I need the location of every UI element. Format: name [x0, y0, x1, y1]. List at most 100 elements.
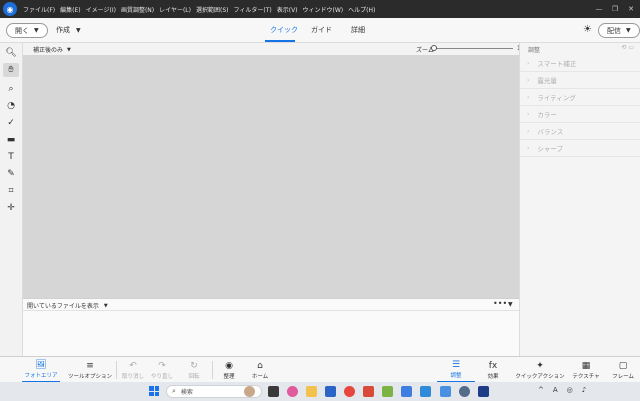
- more-options-icon[interactable]: •••: [493, 299, 507, 308]
- textures-icon: ▦: [581, 360, 591, 371]
- chevron-down-icon: ▼: [67, 46, 71, 53]
- spot-healing-brush-icon[interactable]: ✎: [3, 167, 19, 181]
- photo-bin-select[interactable]: 開いているファイルを表示 ▼: [27, 301, 108, 311]
- effects-button[interactable]: fx 効果: [482, 357, 504, 383]
- menu-enhance[interactable]: 画質調整(N): [121, 5, 154, 14]
- view-mode-select[interactable]: 補正後のみ ▼: [33, 45, 71, 55]
- undo-icon: ↶: [129, 360, 137, 371]
- tab-quick[interactable]: クイック: [270, 25, 298, 35]
- panel-title: 調整: [528, 47, 541, 54]
- app-icon-monitor[interactable]: [420, 386, 431, 397]
- copilot-icon[interactable]: [287, 386, 298, 397]
- chrome-browser-icon[interactable]: [344, 386, 355, 397]
- tab-guided[interactable]: ガイド: [311, 25, 332, 35]
- frames-button[interactable]: ▢ フレーム: [609, 357, 637, 383]
- menu-filter[interactable]: フィルター(T): [234, 5, 272, 14]
- photo-bin-button[interactable]: 🖼 フォトエリア: [22, 357, 60, 383]
- undo-button[interactable]: ↶ 取り消し: [120, 357, 146, 383]
- people-app-icon[interactable]: [244, 386, 255, 397]
- rotate-icon: ↻: [190, 360, 198, 371]
- top-toolbar: 開く ▼ 作成 ▼ クイック ガイド 詳細 ☀ 配信 ▼: [0, 18, 640, 43]
- menu-window[interactable]: ウィンドウ(W): [303, 5, 344, 14]
- share-button[interactable]: 配信 ▼: [598, 23, 640, 38]
- hand-tool-icon[interactable]: ✋︎: [3, 63, 19, 77]
- rotate-button[interactable]: ↻ 回転: [182, 357, 206, 383]
- tab-expert[interactable]: 詳細: [351, 25, 365, 35]
- create-button[interactable]: 作成 ▼: [56, 25, 81, 35]
- app-icon-green[interactable]: [382, 386, 393, 397]
- adjust-item-balance[interactable]: › バランス: [520, 123, 640, 140]
- organizer-label: 整理: [223, 373, 235, 380]
- windows-start-icon[interactable]: [149, 386, 159, 396]
- restore-button[interactable]: ❐: [608, 3, 622, 15]
- tool-options-label: ツールオプション: [68, 373, 113, 380]
- ime-indicator[interactable]: A: [553, 386, 558, 394]
- type-tool-icon[interactable]: T: [3, 150, 19, 164]
- chevron-right-icon: ›: [527, 93, 530, 101]
- move-tool-icon[interactable]: ✛: [3, 201, 19, 215]
- chevron-right-icon: ›: [527, 127, 530, 135]
- quick-actions-button[interactable]: ✦ クイックアクション: [515, 357, 565, 383]
- adjust-item-color[interactable]: › カラー: [520, 106, 640, 123]
- effects-icon: fx: [488, 360, 498, 371]
- quick-actions-label: クイックアクション: [515, 373, 565, 380]
- app-logo-icon: ◉: [3, 2, 17, 16]
- adjust-item-smart-fix[interactable]: › スマート補正: [520, 55, 640, 72]
- undo-label: 取り消し: [121, 373, 144, 380]
- adjust-item-label: 露光量: [537, 77, 557, 85]
- volume-icon[interactable]: ♪: [582, 386, 586, 394]
- edge-browser-icon[interactable]: [325, 386, 336, 397]
- zoom-slider-track[interactable]: [433, 48, 513, 49]
- adjust-item-lighting[interactable]: › ライティング: [520, 89, 640, 106]
- minimize-button[interactable]: —: [592, 3, 606, 15]
- file-explorer-icon[interactable]: [306, 386, 317, 397]
- menu-layer[interactable]: レイヤー(L): [159, 5, 191, 14]
- textures-button[interactable]: ▦ テクスチャ: [571, 357, 601, 383]
- menu-image[interactable]: イメージ(I): [86, 5, 116, 14]
- photoshop-elements-icon[interactable]: [478, 386, 489, 397]
- open-button[interactable]: 開く ▼: [6, 23, 48, 38]
- zoom-slider-thumb[interactable]: [431, 45, 437, 51]
- settings-gear-icon[interactable]: [459, 386, 470, 397]
- image-canvas[interactable]: [23, 55, 519, 298]
- theme-sun-icon[interactable]: ☀: [583, 24, 592, 35]
- divider: [116, 361, 117, 379]
- menu-help[interactable]: ヘルプ(H): [348, 5, 375, 14]
- adjust-item-label: ライティング: [537, 94, 576, 102]
- tool-options-button[interactable]: ≡ ツールオプション: [68, 357, 112, 383]
- app-icon-blue[interactable]: [401, 386, 412, 397]
- menu-view[interactable]: 表示(V): [277, 5, 298, 14]
- straighten-tool-icon[interactable]: ▬: [3, 133, 19, 147]
- whiten-teeth-tool-icon[interactable]: ✓: [3, 116, 19, 130]
- adjust-item-sharpen[interactable]: › シャープ: [520, 140, 640, 157]
- photo-bin-header: 開いているファイルを表示 ▼ ••• ▼: [23, 299, 519, 311]
- chevron-down-icon: ▼: [76, 26, 81, 34]
- reset-panel-icon[interactable]: ⟲ ▭: [621, 44, 634, 51]
- active-tab-indicator: [265, 40, 295, 42]
- chevron-down-icon[interactable]: ▼: [508, 301, 513, 308]
- adjustments-button[interactable]: ☰ 調整: [437, 357, 475, 383]
- quick-actions-icon: ✦: [536, 360, 544, 371]
- search-icon: ⌕: [172, 387, 176, 395]
- red-eye-tool-icon[interactable]: ◔: [3, 99, 19, 113]
- adjust-item-exposure[interactable]: › 露光量: [520, 72, 640, 89]
- organizer-button[interactable]: ◉ 整理: [218, 357, 240, 383]
- photo-bin-label: フォトエリア: [24, 372, 58, 379]
- chevron-right-icon: ›: [527, 110, 530, 118]
- redo-label: やり直し: [150, 373, 173, 380]
- home-button[interactable]: ⌂ ホーム: [249, 357, 271, 383]
- redo-button[interactable]: ↷ やり直し: [149, 357, 175, 383]
- adjust-item-label: シャープ: [537, 145, 564, 153]
- quick-selection-tool-icon[interactable]: ⌕: [3, 82, 19, 96]
- crop-tool-icon[interactable]: ⌗: [3, 184, 19, 198]
- tray-expand-icon[interactable]: ^: [538, 386, 544, 394]
- zoom-tool-icon[interactable]: 🔍︎: [3, 46, 19, 60]
- network-icon[interactable]: ◎: [567, 386, 573, 394]
- app-icon-store[interactable]: [440, 386, 451, 397]
- menu-file[interactable]: ファイル(F): [23, 5, 55, 14]
- menu-edit[interactable]: 編集(E): [60, 5, 80, 14]
- close-button[interactable]: ✕: [624, 3, 638, 15]
- menu-select[interactable]: 選択範囲(S): [196, 5, 229, 14]
- app-icon-red[interactable]: [363, 386, 374, 397]
- task-view-icon[interactable]: [268, 386, 279, 397]
